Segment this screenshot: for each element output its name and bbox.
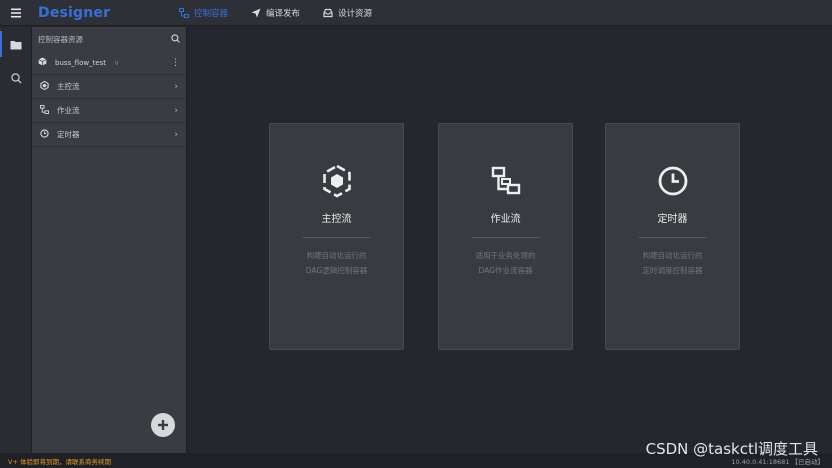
tree-item-master-flow[interactable]: 主控流 › [32,75,186,99]
tab-control-container[interactable]: 控制容器 [178,0,228,26]
tree-item-label: 主控流 [57,82,80,91]
chevron-right-icon[interactable]: › [174,106,178,116]
branch-icon [40,105,49,116]
card-master-flow[interactable]: 主控流 构建自动化运行的 DAG逻辑控制容器 [269,123,404,350]
tab-design-resources[interactable]: 设计资源 [322,0,372,26]
project-selector[interactable]: buss_flow_test ∨ ⋮ [32,51,186,75]
card-title: 定时器 [657,214,688,225]
tab-label: 编译发布 [266,8,301,19]
flow-icon [178,7,190,19]
tree-item-label: 定时器 [57,130,80,139]
send-icon [250,7,262,19]
branch-icon [489,164,523,198]
chevron-right-icon[interactable]: › [174,82,178,92]
rail-explorer-button[interactable] [0,27,32,61]
card-job-flow[interactable]: 作业流 适用于业务处理的 DAG作业流容器 [438,123,573,350]
card-divider [638,237,707,238]
project-name: buss_flow_test [55,58,107,67]
panel-header: 控制容器资源 [32,27,186,51]
tree-item-label: 作业流 [57,106,80,115]
license-warning: V+ 体验即将到期，请联系商务续期 [8,457,111,466]
chevron-right-icon[interactable]: › [174,130,178,140]
chevron-down-icon[interactable]: ∨ [114,59,119,67]
card-desc-line: DAG作业流容器 [478,266,533,275]
rail-search-button[interactable] [0,61,32,95]
more-vertical-icon[interactable]: ⋮ [171,58,180,68]
add-button[interactable] [151,413,175,437]
watermark: CSDN @taskctl调度工具 [645,440,818,458]
activity-rail [0,27,32,453]
app-brand: Designer [38,4,111,21]
tab-label: 控制容器 [194,8,229,19]
refresh-icon[interactable] [171,33,180,45]
card-desc-line: 构建自动化运行的 [642,251,703,260]
clock-icon [656,164,690,198]
card-desc-line: DAG逻辑控制容器 [305,266,368,275]
inbox-icon [322,7,334,19]
search-icon [10,69,22,88]
card-timer[interactable]: 定时器 构建自动化运行的 定时调度控制容器 [605,123,740,350]
card-desc-line: 定时调度控制容器 [642,266,703,275]
card-description: 构建自动化运行的 定时调度控制容器 [643,248,703,278]
folder-icon [10,35,22,54]
tab-compile-publish[interactable]: 编译发布 [250,0,300,26]
card-description: 适用于业务处理的 DAG作业流容器 [476,248,536,278]
tree-item-job-flow[interactable]: 作业流 › [32,99,186,123]
tab-label: 设计资源 [338,8,373,19]
card-desc-line: 构建自动化运行的 [306,251,367,260]
hexagon-icon [40,80,49,92]
card-divider [302,237,371,238]
card-divider [471,237,540,238]
card-title: 主控流 [321,214,352,225]
tree-item-timer[interactable]: 定时器 › [32,123,186,147]
panel-title: 控制容器资源 [38,34,83,44]
plus-icon [157,416,169,435]
menu-icon[interactable] [0,0,32,26]
clock-icon [40,129,49,140]
cube-icon [38,57,47,68]
card-description: 构建自动化运行的 DAG逻辑控制容器 [306,248,367,278]
hexagon-icon [320,164,354,198]
card-desc-line: 适用于业务处理的 [475,251,536,260]
card-title: 作业流 [490,214,521,225]
top-bar: Designer 控制容器 编译发布 设计资源 [0,0,832,26]
main-content: 主控流 构建自动化运行的 DAG逻辑控制容器 作业流 适用于业务处理的 DAG作… [188,27,832,453]
resource-panel: 控制容器资源 buss_flow_test ∨ ⋮ 主控流 › 作业流 › 定时… [32,27,187,453]
